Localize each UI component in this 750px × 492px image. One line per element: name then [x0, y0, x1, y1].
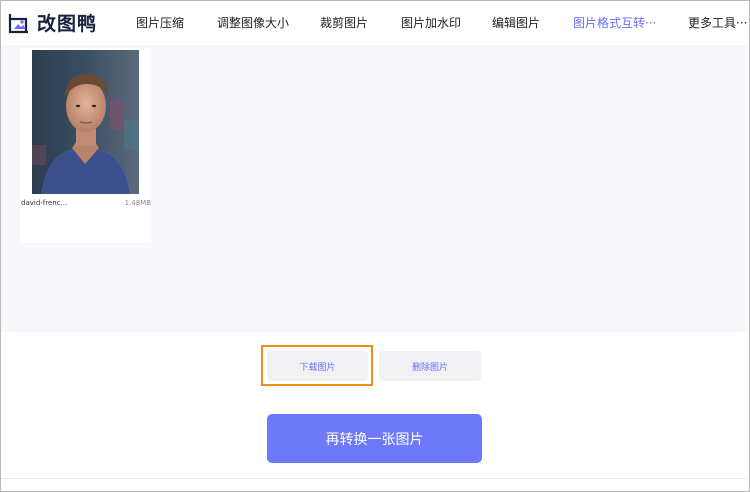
- image-thumbnail: [32, 50, 139, 194]
- nav-item-more-tools[interactable]: 更多工具···: [688, 14, 747, 31]
- nav-item-resize[interactable]: 调整图像大小: [217, 14, 289, 31]
- download-button-focus-ring: [261, 345, 373, 386]
- image-card[interactable]: david-frenc... 1.48MB: [20, 48, 151, 243]
- nav-item-compress[interactable]: 图片压缩: [136, 14, 184, 31]
- convert-again-button[interactable]: 再转换一张图片: [267, 414, 482, 463]
- file-size: 1.48MB: [124, 199, 151, 207]
- nav-item-crop[interactable]: 裁剪图片: [320, 14, 368, 31]
- delete-button[interactable]: 删除图片: [379, 351, 481, 381]
- logo[interactable]: 改图鸭: [7, 9, 97, 36]
- top-navbar: 改图鸭 图片压缩 调整图像大小 裁剪图片 图片加水印 编辑图片 图片格式互转··…: [1, 1, 749, 45]
- image-icon: [8, 13, 28, 33]
- app-title: 改图鸭: [37, 13, 98, 35]
- portrait-image: [32, 50, 139, 194]
- nav-item-edit[interactable]: 编辑图片: [492, 14, 540, 31]
- image-list-panel: david-frenc... 1.48MB: [1, 45, 747, 332]
- file-name: david-frenc...: [21, 199, 68, 207]
- nav-item-format-convert[interactable]: 图片格式互转···: [573, 14, 656, 31]
- divider: [1, 478, 747, 479]
- nav-item-watermark[interactable]: 图片加水印: [401, 14, 461, 31]
